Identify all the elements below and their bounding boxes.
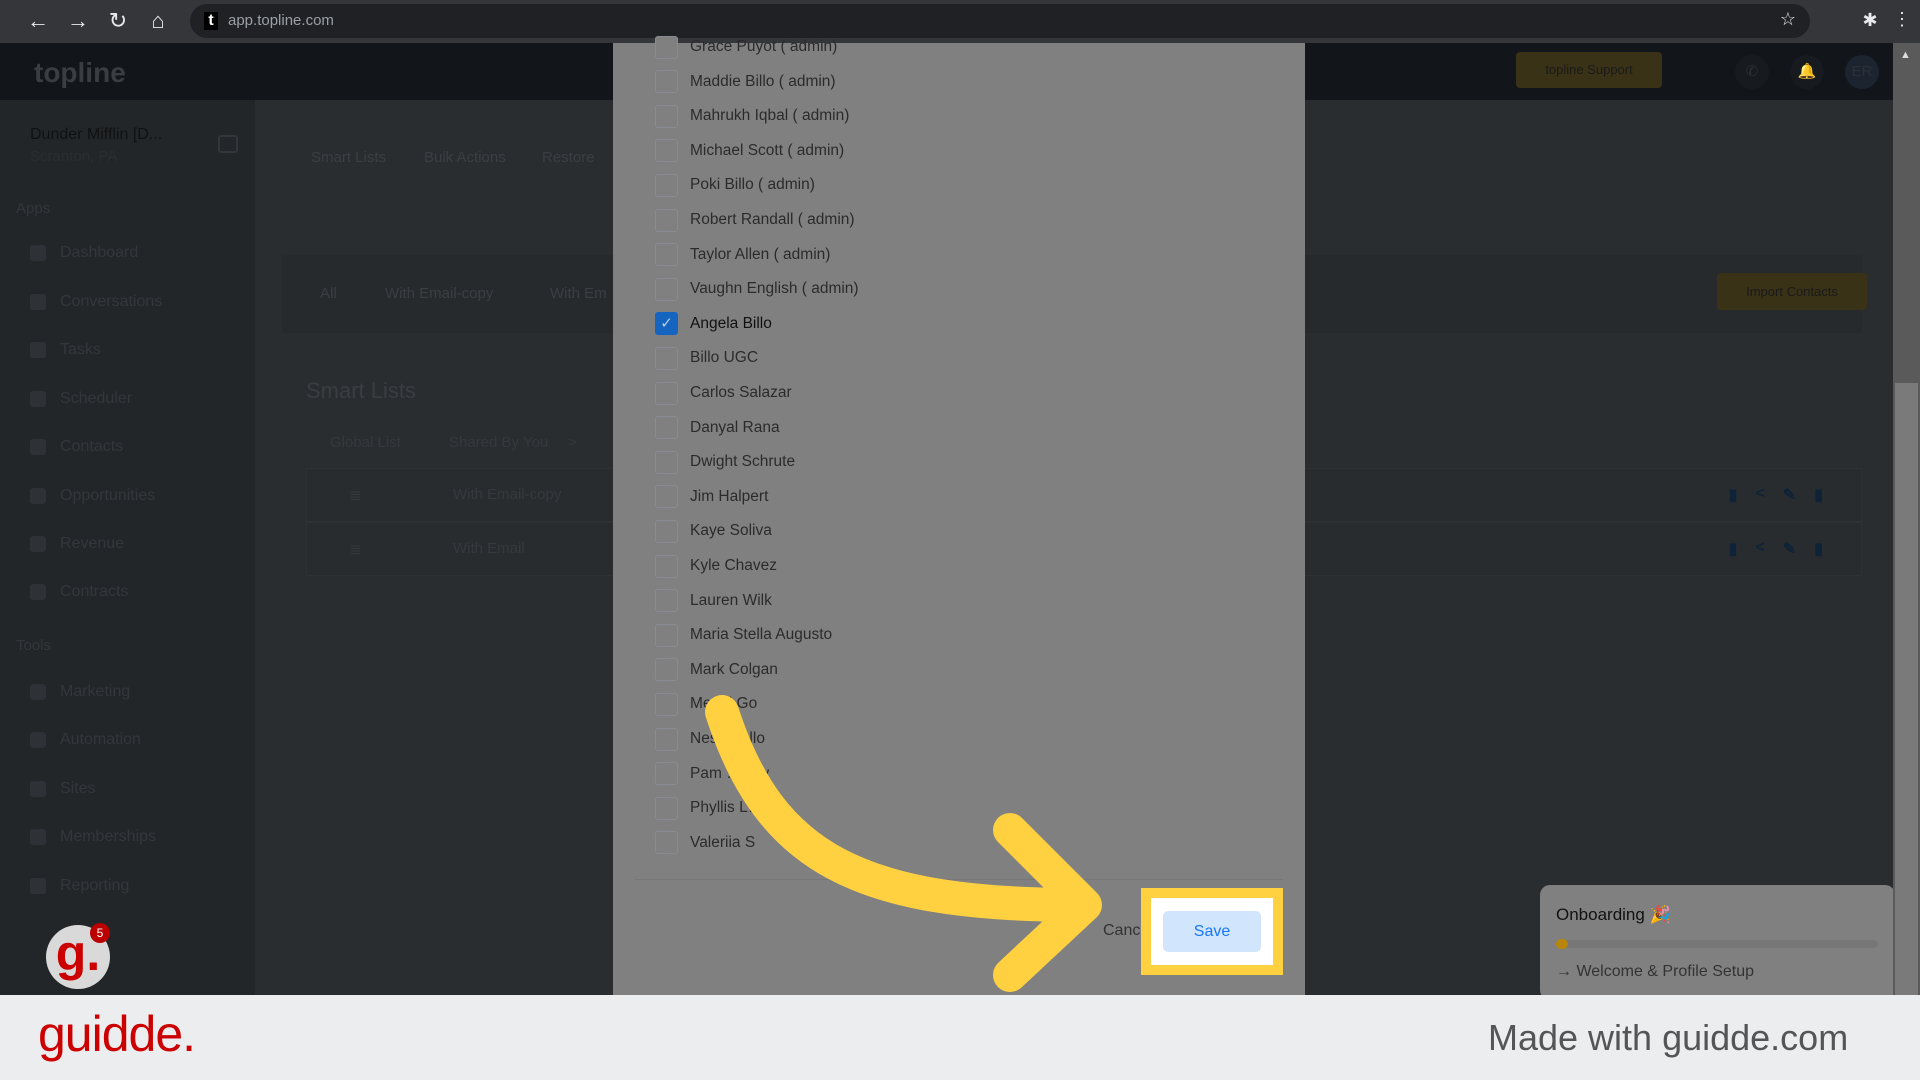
arrow-curve (705, 695, 1097, 922)
onboarding-title: Onboarding 🎉 (1556, 905, 1671, 925)
onboarding-step-text: Welcome & Profile Setup (1576, 963, 1755, 980)
onboarding-step[interactable]: → Welcome & Profile Setup (1556, 963, 1754, 981)
guidde-footer: guidde. Made with guidde.com (0, 995, 1920, 1080)
notification-badge: 5 (90, 923, 110, 943)
onboarding-widget[interactable]: Onboarding 🎉 → Welcome & Profile Setup (1540, 885, 1895, 1000)
scrollbar-thumb[interactable] (1895, 383, 1918, 995)
guidde-logo: guidde. (38, 1006, 196, 1062)
onboarding-progress (1556, 940, 1878, 948)
onboarding-progress-fill (1556, 939, 1568, 949)
onboarding-title-text: Onboarding (1556, 905, 1645, 924)
scroll-up-icon[interactable]: ▲ (1900, 49, 1911, 61)
made-with-text: Made with guidde.com (1488, 1017, 1849, 1058)
party-icon: 🎉 (1649, 905, 1671, 924)
